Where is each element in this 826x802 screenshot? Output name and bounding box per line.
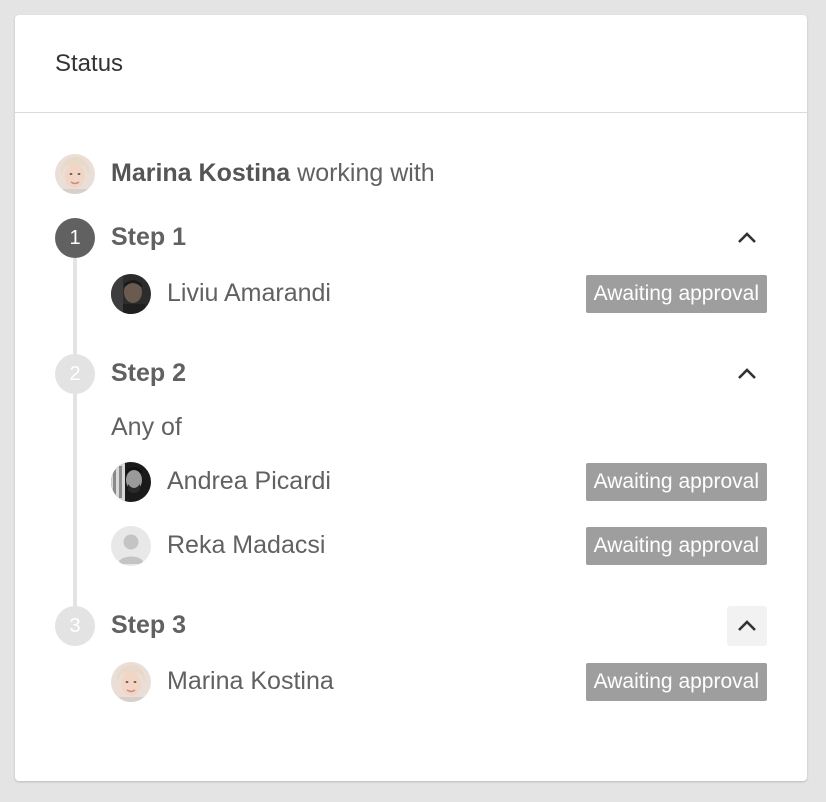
initiator-text: Marina Kostina working with: [111, 159, 435, 188]
chevron-up-icon: [738, 620, 756, 631]
step-connector-2-3: [73, 394, 77, 607]
status-badge: Awaiting approval: [585, 663, 767, 701]
approver-name-andrea-picardi: Andrea Picardi: [167, 467, 331, 495]
avatar-liviu-amarandi: [111, 274, 151, 314]
avatar-marina-kostina: [55, 154, 95, 194]
step-3-label: Step 3: [111, 611, 187, 639]
initiator-suffix: working with: [290, 159, 435, 187]
status-badge: Awaiting approval: [585, 463, 767, 501]
step-2-collapse-button[interactable]: [727, 354, 767, 394]
approver-name-liviu-amarandi: Liviu Amarandi: [167, 279, 331, 307]
chevron-up-icon: [738, 232, 756, 243]
card-header: Status: [15, 15, 807, 113]
status-badge: Awaiting approval: [585, 275, 767, 313]
step-2-label: Step 2: [111, 359, 187, 387]
step-connector-1-2: [73, 258, 77, 355]
step-1-label: Step 1: [111, 223, 187, 251]
approver-name-marina-kostina: Marina Kostina: [167, 667, 334, 695]
card-title: Status: [55, 50, 124, 77]
chevron-up-icon: [738, 368, 756, 379]
step-2-number: 2: [55, 354, 95, 394]
avatar-marina-kostina: [111, 662, 151, 702]
user-placeholder-icon: [111, 526, 151, 566]
status-card: Status Marina Kostina working with 1 Ste…: [15, 15, 807, 781]
initiator-name: Marina Kostina: [111, 159, 291, 187]
step-2-qualifier: Any of: [111, 413, 182, 441]
status-badge: Awaiting approval: [585, 527, 767, 565]
step-1-collapse-button[interactable]: [727, 218, 767, 258]
step-3-collapse-button[interactable]: [727, 606, 767, 646]
avatar-reka-madacsi: [111, 526, 151, 566]
approver-name-reka-madacsi: Reka Madacsi: [167, 531, 326, 559]
step-3-number: 3: [55, 606, 95, 646]
step-1-number: 1: [55, 218, 95, 258]
avatar-andrea-picardi: [111, 462, 151, 502]
